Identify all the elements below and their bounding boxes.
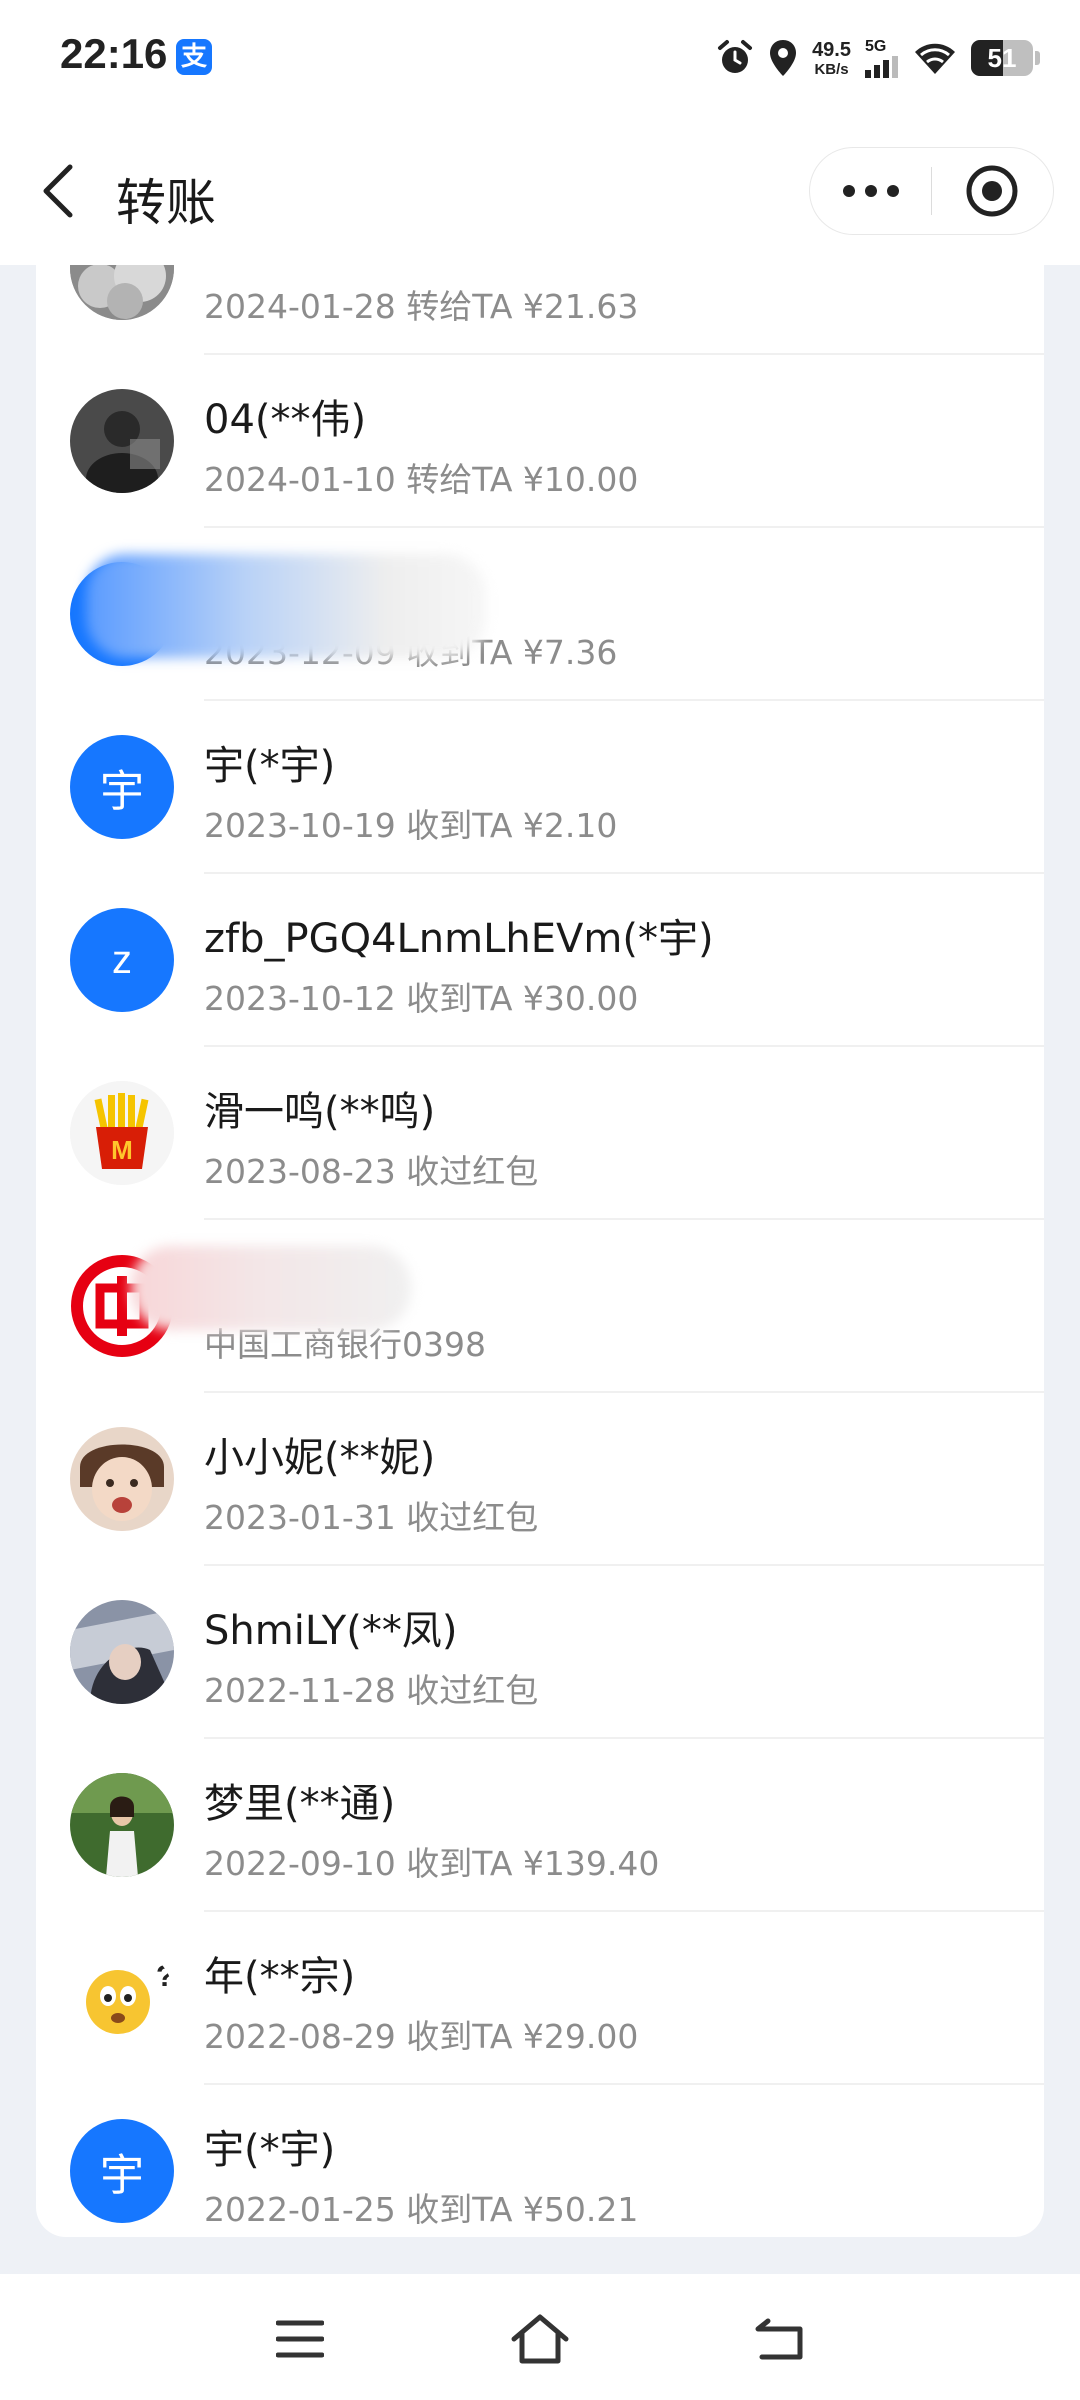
contact-avatar: 宇 <box>70 2119 174 2223</box>
contact-avatar <box>70 1773 174 1877</box>
battery-indicator: 51 <box>971 40 1033 76</box>
contact-name: 小小妮(**妮) <box>204 1435 436 1481</box>
wifi-icon <box>913 40 957 76</box>
status-time: 22:16 <box>60 30 168 77</box>
contact-subtitle: 2024-01-10 转给TA ¥10.00 <box>204 460 639 499</box>
home-icon <box>511 2314 569 2364</box>
target-circle-icon <box>966 165 1018 217</box>
list-item[interactable]: 小小妮(**妮) 2023-01-31 收过红包 <box>36 1393 1044 1566</box>
svg-text:?: ? <box>156 1960 174 1993</box>
contact-name: 宇(*宇) <box>204 743 336 789</box>
contact-avatar: M <box>70 1081 174 1185</box>
contact-avatar: z <box>70 908 174 1012</box>
contact-avatar: 宇 <box>70 735 174 839</box>
contact-subtitle: 2022-09-10 收到TA ¥139.40 <box>204 1844 660 1883</box>
svg-text:M: M <box>111 1135 133 1165</box>
recent-contacts-list: 2024-01-28 转给TA ¥21.63 04(**伟) 2024-01-1… <box>36 265 1044 2237</box>
menu-button[interactable] <box>265 2304 335 2374</box>
contact-subtitle: 2022-08-29 收到TA ¥29.00 <box>204 2017 639 2056</box>
privacy-blur <box>131 1246 411 1330</box>
list-item[interactable]: 中国工商银行0398 <box>36 1220 1044 1393</box>
list-item[interactable]: ShmiLY(**凤) 2022-11-28 收过红包 <box>36 1566 1044 1739</box>
list-item[interactable]: 梦里(**通) 2022-09-10 收到TA ¥139.40 <box>36 1739 1044 1912</box>
back-icon <box>755 2318 803 2360</box>
list-item[interactable]: z zfb_PGQ4LnmLhEVm(*宇) 2023-10-12 收到TA ¥… <box>36 874 1044 1047</box>
list-item[interactable]: ? 年(**宗) 2022-08-29 收到TA ¥29.00 <box>36 1912 1044 2085</box>
system-back-button[interactable] <box>745 2304 815 2374</box>
more-dots-icon <box>842 185 899 197</box>
list-item[interactable]: 宇 宇(*宇) 2022-01-25 收到TA ¥50.21 <box>36 2085 1044 2237</box>
list-item[interactable]: 宇 宇(*宇) 2023-10-19 收到TA ¥2.10 <box>36 701 1044 874</box>
contact-subtitle: 2022-01-25 收到TA ¥50.21 <box>204 2190 639 2229</box>
contact-name: 滑一鸣(**鸣) <box>204 1089 436 1135</box>
contact-avatar: ? <box>70 1946 174 2050</box>
close-mini-program-button[interactable] <box>932 147 1053 235</box>
list-item[interactable]: 04(**伟) 2024-01-10 转给TA ¥10.00 <box>36 355 1044 528</box>
nav-bar: 转账 <box>0 115 1080 265</box>
privacy-blur <box>86 554 486 658</box>
contact-name: 04(**伟) <box>204 397 367 443</box>
contact-name: 宇(*宇) <box>204 2127 336 2173</box>
list-item[interactable]: 2024-01-28 转给TA ¥21.63 <box>36 265 1044 355</box>
battery-cap <box>1035 51 1040 65</box>
contact-avatar <box>70 1600 174 1704</box>
cellular-signal-icon: 5G <box>865 38 899 78</box>
page-title: 转账 <box>116 174 216 232</box>
list-item[interactable]: M 滑一鸣(**鸣) 2023-08-23 收过红包 <box>36 1047 1044 1220</box>
contact-name: ShmiLY(**凤) <box>204 1608 458 1654</box>
mini-program-capsule <box>809 147 1054 235</box>
contact-subtitle: 2023-08-23 收过红包 <box>204 1152 539 1191</box>
contact-subtitle: 2023-01-31 收过红包 <box>204 1498 539 1537</box>
home-button[interactable] <box>505 2304 575 2374</box>
chevron-left-icon <box>43 164 73 218</box>
contact-subtitle: 2023-10-19 收到TA ¥2.10 <box>204 806 618 845</box>
contact-subtitle: 2023-10-12 收到TA ¥30.00 <box>204 979 639 1018</box>
contact-name: zfb_PGQ4LnmLhEVm(*宇) <box>204 916 714 962</box>
contact-avatar <box>70 1427 174 1531</box>
contact-avatar <box>70 265 174 320</box>
alarm-icon <box>716 39 754 77</box>
contact-avatar <box>70 389 174 493</box>
network-speed: 49.5 KB/s <box>812 38 851 78</box>
more-button[interactable] <box>810 147 931 235</box>
contact-subtitle: 2024-01-28 转给TA ¥21.63 <box>204 287 639 326</box>
contact-name: 年(**宗) <box>204 1954 356 2000</box>
system-navigation-bar <box>0 2274 1080 2400</box>
contact-name: 梦里(**通) <box>204 1781 396 1827</box>
back-button[interactable] <box>30 155 90 225</box>
list-item[interactable]: 2023-12-09 收到TA ¥7.36 <box>36 528 1044 701</box>
menu-icon <box>276 2320 324 2358</box>
status-bar: 22:16 支 49.5 KB/s 5G 51 <box>0 0 1080 115</box>
contact-subtitle: 2022-11-28 收过红包 <box>204 1671 539 1710</box>
location-icon <box>768 38 798 78</box>
alipay-app-icon: 支 <box>176 39 212 75</box>
